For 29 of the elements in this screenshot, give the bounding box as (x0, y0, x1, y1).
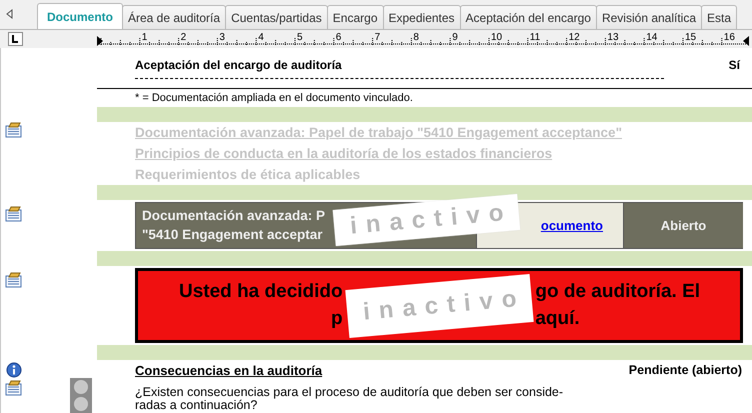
traffic-light-icon (70, 378, 92, 413)
section-status: Pendiente (abierto) (628, 363, 742, 377)
inactive-stamp: inactivo (344, 274, 534, 338)
status-cell: Abierto (623, 203, 743, 248)
tab[interactable]: Esta (701, 5, 738, 29)
section-title: Consecuencias en la auditoría (135, 362, 322, 378)
info-icon[interactable] (5, 362, 23, 380)
footnote: * = Documentación ampliada en el documento vinculado. (134, 91, 414, 106)
link-text: Requerimientos de ética aplicables (135, 166, 362, 184)
summary-label: Aceptación del encargo de auditoría (135, 58, 342, 72)
document-list-icon[interactable] (5, 272, 23, 288)
question-text: ¿Existen consecuencias para el proceso de auditoría que deben ser conside- radas a continuación? (135, 386, 564, 412)
alert-text: aquí. (535, 308, 581, 330)
tab[interactable]: Cuentas/partidas (225, 5, 328, 29)
tab[interactable]: Encargo (326, 5, 384, 29)
document-list-icon[interactable] (5, 122, 23, 138)
document-link[interactable]: ocumento (540, 218, 603, 233)
tab[interactable]: Revisión analítica (596, 5, 702, 29)
ruler: 1 2 3 4 5 6 7 8 9 10 11 12 13 14 15 16 (97, 30, 752, 48)
tab-stop-icon[interactable] (8, 32, 23, 46)
summary-value: Sí (728, 58, 740, 72)
document-list-icon[interactable] (5, 380, 23, 396)
alert-text: go de auditoría. El (535, 281, 702, 303)
tab[interactable]: Área de auditoría (122, 5, 226, 29)
tab[interactable]: Aceptación del encargo (460, 5, 597, 29)
alert-text: Usted ha decidido (178, 281, 343, 303)
alert-text: p (330, 308, 343, 330)
document-list-icon[interactable] (5, 206, 23, 222)
tab[interactable]: Expedientes (382, 5, 461, 29)
